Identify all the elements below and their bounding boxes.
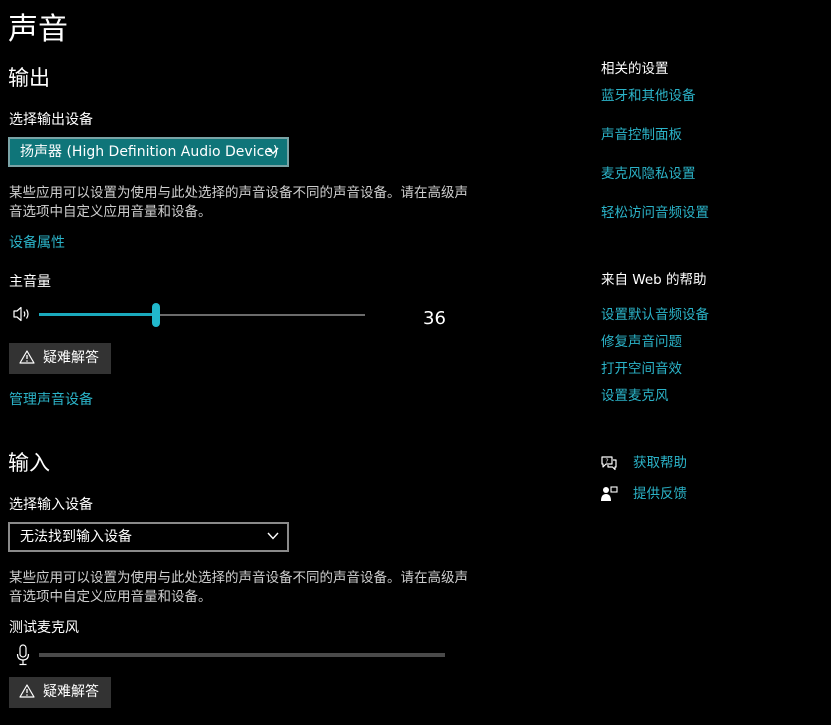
output-device-dropdown[interactable]: 扬声器 (High Definition Audio Device) (8, 137, 289, 167)
related-link-microphone-privacy[interactable]: 麦克风隐私设置 (601, 164, 696, 184)
manage-sound-devices-link[interactable]: 管理声音设备 (9, 390, 93, 410)
warning-icon (19, 684, 35, 698)
feedback-icon (601, 486, 618, 501)
svg-text:?: ? (605, 458, 608, 465)
output-troubleshoot-button[interactable]: 疑难解答 (9, 343, 111, 374)
web-help-heading: 来自 Web 的帮助 (601, 272, 707, 288)
test-microphone-label: 测试麦克风 (9, 620, 79, 636)
microphone-icon (16, 644, 30, 666)
microphone-level-meter (39, 653, 445, 657)
master-volume-label: 主音量 (9, 274, 51, 290)
output-heading: 输出 (8, 66, 50, 90)
input-troubleshoot-button[interactable]: 疑难解答 (9, 677, 111, 708)
get-help-link[interactable]: 获取帮助 (633, 453, 687, 473)
input-device-value: 无法找到输入设备 (20, 529, 132, 545)
related-link-ease-of-access-audio[interactable]: 轻松访问音频设置 (601, 203, 709, 223)
related-link-bluetooth[interactable]: 蓝牙和其他设备 (601, 86, 696, 106)
input-troubleshoot-label: 疑难解答 (43, 684, 99, 700)
web-help-link-spatial-sound[interactable]: 打开空间音效 (601, 359, 682, 379)
output-description: 某些应用可以设置为使用与此处选择的声音设备不同的声音设备。请在高级声音选项中自定… (9, 185, 468, 220)
output-device-label: 选择输出设备 (9, 112, 93, 128)
output-troubleshoot-label: 疑难解答 (43, 350, 99, 366)
input-description: 某些应用可以设置为使用与此处选择的声音设备不同的声音设备。请在高级声音选项中自定… (9, 570, 468, 605)
chevron-down-icon (267, 147, 279, 155)
page-title: 声音 (8, 12, 68, 47)
warning-icon (19, 350, 35, 364)
volume-value: 36 (423, 308, 446, 329)
give-feedback-link[interactable]: 提供反馈 (633, 484, 687, 504)
output-device-value: 扬声器 (High Definition Audio Device) (20, 144, 279, 160)
device-properties-link[interactable]: 设备属性 (9, 233, 65, 253)
volume-slider-fill (39, 313, 156, 316)
input-device-label: 选择输入设备 (9, 497, 93, 513)
chevron-down-icon (267, 532, 279, 540)
web-help-link-fix-sound[interactable]: 修复声音问题 (601, 332, 682, 352)
input-device-dropdown[interactable]: 无法找到输入设备 (8, 522, 289, 552)
speaker-icon[interactable] (12, 305, 32, 323)
web-help-link-set-up-microphone[interactable]: 设置麦克风 (601, 386, 669, 406)
web-help-link-default-audio[interactable]: 设置默认音频设备 (601, 305, 709, 325)
input-heading: 输入 (8, 451, 50, 475)
related-settings-heading: 相关的设置 (601, 61, 669, 77)
help-chat-icon: ? (601, 456, 617, 471)
related-link-sound-control-panel[interactable]: 声音控制面板 (601, 125, 682, 145)
volume-slider-thumb[interactable] (152, 303, 160, 327)
master-volume-slider[interactable] (39, 302, 365, 328)
